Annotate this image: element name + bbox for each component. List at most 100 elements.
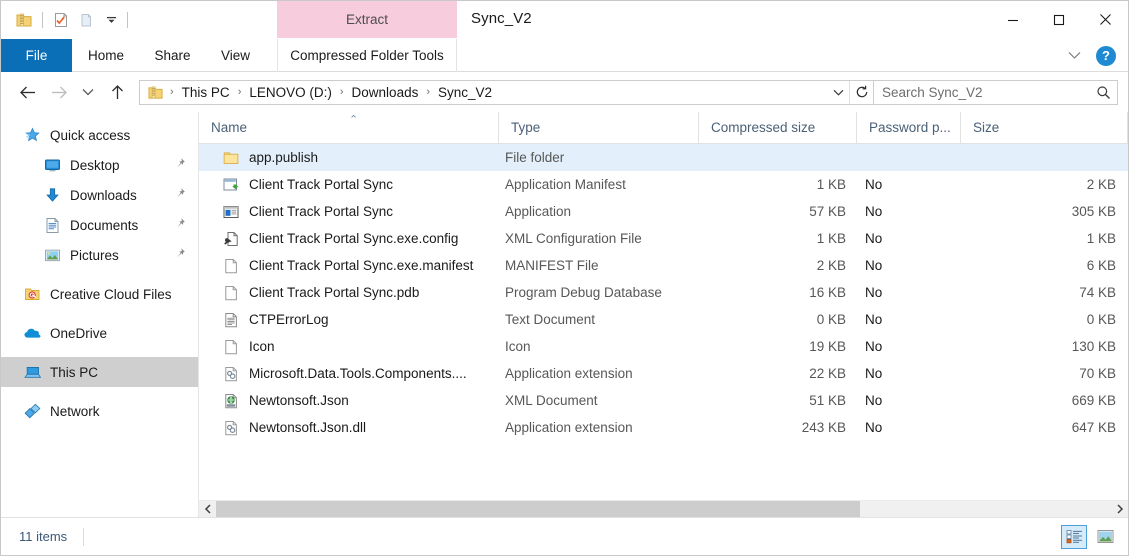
file-name-label: Client Track Portal Sync.exe.manifest — [249, 258, 474, 273]
maximize-button[interactable] — [1036, 1, 1082, 38]
network-icon — [21, 400, 43, 422]
file-password-protected-cell: No — [865, 393, 883, 408]
breadcrumb-bar[interactable]: › This PC › LENOVO (D:) › Downloads › Sy… — [139, 79, 874, 105]
tab-share[interactable]: Share — [140, 39, 205, 72]
dll-icon — [221, 418, 241, 438]
breadcrumb-separator-2[interactable]: › — [335, 86, 349, 98]
table-row[interactable]: Client Track Portal Sync.pdb Program Debu… — [199, 279, 1128, 306]
breadcrumb-item-this-pc[interactable]: This PC — [179, 85, 233, 100]
forward-button[interactable] — [43, 76, 75, 108]
new-folder-icon[interactable] — [74, 7, 100, 33]
minimize-button[interactable] — [990, 1, 1036, 38]
tab-view[interactable]: View — [205, 39, 266, 72]
sidebar-item-downloads[interactable]: Downloads — [1, 180, 198, 210]
pin-icon[interactable] — [173, 157, 186, 173]
horizontal-scrollbar[interactable] — [199, 500, 1128, 518]
dll-icon — [221, 364, 241, 384]
scrollbar-thumb[interactable] — [216, 500, 861, 518]
breadcrumb-separator-1[interactable]: › — [233, 86, 247, 98]
file-compressed-size-cell — [699, 144, 857, 171]
breadcrumb-item-sync-v2[interactable]: Sync_V2 — [435, 85, 495, 100]
file-name-cell: app.publish — [199, 144, 499, 171]
sidebar-item-this-pc[interactable]: This PC — [1, 357, 198, 387]
table-row[interactable]: Newtonsoft.Json.dll Application extension… — [199, 414, 1128, 441]
text-document-icon — [221, 310, 241, 330]
table-row[interactable]: Newtonsoft.Json XML Document 51 KB No 669 KB — [199, 387, 1128, 414]
column-header-size[interactable]: Size — [961, 112, 1128, 143]
pin-icon[interactable] — [173, 187, 186, 203]
table-row[interactable]: Microsoft.Data.Tools.Components.... Appli… — [199, 360, 1128, 387]
sidebar-item-desktop[interactable]: Desktop — [1, 150, 198, 180]
sidebar-item-label: Quick access — [50, 127, 131, 143]
details-view-button[interactable] — [1061, 524, 1087, 549]
tab-compressed-folder-tools[interactable]: Compressed Folder Tools — [277, 39, 457, 72]
table-row[interactable]: Client Track Portal Sync.exe.config XML C… — [199, 225, 1128, 252]
breadcrumb-separator-3[interactable]: › — [421, 86, 435, 98]
pin-icon[interactable] — [173, 247, 186, 263]
sidebar-item-creative-cloud-files[interactable]: Creative Cloud Files — [1, 279, 198, 309]
refresh-icon[interactable] — [849, 80, 873, 104]
documents-icon — [41, 214, 63, 236]
status-bar: 11 items — [1, 517, 1128, 555]
column-header-name[interactable]: Name ⌃ — [199, 112, 499, 143]
toolbar-divider-1 — [42, 12, 43, 28]
file-name-cell: Client Track Portal Sync — [199, 171, 499, 198]
breadcrumb-separator-0[interactable]: › — [165, 86, 179, 98]
breadcrumb-dropdown-icon[interactable] — [827, 81, 849, 104]
up-button[interactable] — [101, 76, 133, 108]
file-password-protected-cell: No — [865, 420, 883, 435]
help-icon[interactable]: ? — [1096, 45, 1116, 66]
recent-locations-button[interactable] — [75, 76, 101, 108]
file-compressed-size-cell: 243 KB — [801, 420, 846, 435]
breadcrumb-item-lenovo-d[interactable]: LENOVO (D:) — [246, 85, 335, 100]
customize-chevron-icon[interactable] — [100, 7, 122, 33]
table-row[interactable]: CTPErrorLog Text Document 0 KB No 0 KB — [199, 306, 1128, 333]
tab-home[interactable]: Home — [72, 39, 140, 72]
sidebar-item-documents[interactable]: Documents — [1, 210, 198, 240]
search-input[interactable] — [882, 84, 1089, 100]
scroll-left-button[interactable] — [199, 500, 216, 518]
close-button[interactable] — [1082, 1, 1128, 38]
sidebar-item-pictures[interactable]: Pictures — [1, 240, 198, 270]
sidebar-item-quick-access[interactable]: Quick access — [1, 120, 198, 150]
search-icon[interactable] — [1089, 85, 1117, 100]
file-size-cell: 1 KB — [1086, 231, 1116, 246]
sidebar-item-network[interactable]: Network — [1, 396, 198, 426]
contextual-tab-group-extract[interactable]: Extract — [277, 1, 457, 38]
ribbon-tab-strip: File Home Share View Compressed Folder T… — [1, 39, 1128, 72]
explorer-body: Quick access Desktop Downloads Documents… — [1, 112, 1128, 518]
pin-icon[interactable] — [173, 217, 186, 233]
breadcrumb-item-downloads[interactable]: Downloads — [349, 85, 422, 100]
table-row[interactable]: Icon Icon 19 KB No 130 KB — [199, 333, 1128, 360]
file-compressed-size-cell: 16 KB — [809, 285, 846, 300]
star-icon — [21, 124, 43, 146]
tab-home-label: Home — [87, 48, 124, 63]
large-icons-view-button[interactable] — [1092, 525, 1118, 549]
column-header-name-label: Name — [211, 120, 248, 135]
scroll-right-button[interactable] — [1111, 500, 1128, 518]
table-row[interactable]: Client Track Portal Sync.exe.manifest MAN… — [199, 252, 1128, 279]
table-row[interactable]: Client Track Portal Sync Application 57 KB… — [199, 198, 1128, 225]
sidebar-item-label: Downloads — [70, 187, 137, 203]
column-header-compressed-size[interactable]: Compressed size — [699, 112, 857, 143]
file-type-cell: Application extension — [505, 366, 633, 381]
back-button[interactable] — [11, 76, 43, 108]
table-row[interactable]: Client Track Portal Sync Application Mani… — [199, 171, 1128, 198]
table-row[interactable]: app.publish File folder — [199, 144, 1128, 171]
column-header-password-protected[interactable]: Password p... — [857, 112, 961, 143]
tab-file[interactable]: File — [1, 39, 72, 72]
zip-folder-icon[interactable] — [11, 7, 37, 33]
file-size-cell: 70 KB — [1079, 366, 1116, 381]
chevron-down-icon[interactable] — [1062, 44, 1086, 68]
search-box[interactable] — [874, 79, 1118, 105]
properties-icon[interactable] — [48, 7, 74, 33]
file-type-cell: Icon — [505, 339, 531, 354]
file-name-label: Microsoft.Data.Tools.Components.... — [249, 366, 467, 381]
column-header-type[interactable]: Type — [499, 112, 699, 143]
file-compressed-size-cell: 0 KB — [816, 312, 846, 327]
sidebar-item-onedrive[interactable]: OneDrive — [1, 318, 198, 348]
scrollbar-track[interactable] — [216, 500, 1111, 518]
file-list-pane: Name ⌃ Type Compressed size Password p..… — [199, 112, 1128, 518]
file-name-label: Client Track Portal Sync — [249, 204, 394, 219]
sidebar-item-label: Documents — [70, 217, 139, 233]
